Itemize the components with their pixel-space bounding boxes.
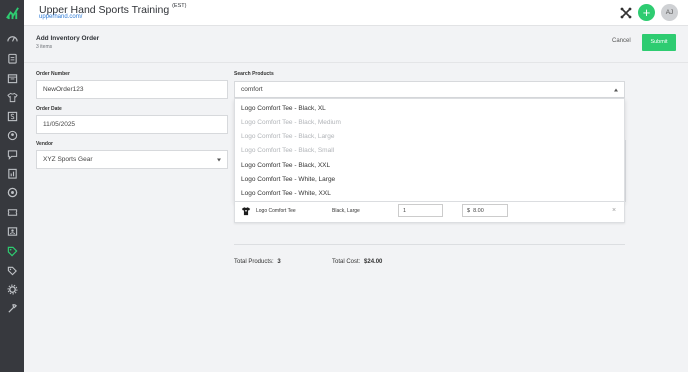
dropdown-option[interactable]: Logo Comfort Tee - White, Large [241,176,335,183]
total-cost-label: Total Cost: [332,259,361,265]
calendar-icon[interactable] [6,72,18,84]
total-products-label: Total Products: [234,259,274,265]
cost-value: 8.00 [473,207,484,214]
totals-divider [234,244,625,245]
total-cost-value: $24.00 [364,259,383,265]
quick-add-button[interactable]: + [638,4,655,21]
chat-icon[interactable] [6,148,18,160]
line-item-name: Logo Comfort Tee [256,208,296,214]
order-number-value: NewOrder123 [43,86,84,93]
vendor-label: Vendor [36,141,53,147]
quantity-input[interactable]: 1 [398,204,443,217]
chevron-up-icon [614,88,618,91]
submit-button[interactable]: Submit [642,34,676,51]
product-search-dropdown: Logo Comfort Tee - Black, XL Logo Comfor… [234,98,625,202]
timezone-label: (EST) [172,3,187,9]
line-item-variant: Black, Large [332,208,360,214]
currency-symbol: $ [467,207,471,214]
dropdown-option[interactable]: Logo Comfort Tee - Black, XXL [241,162,330,169]
dollar-icon[interactable] [6,110,18,122]
total-cost: Total Cost: $24.00 [332,259,382,265]
top-header: Upper Hand Sports Training (EST) upperha… [24,0,688,26]
total-products: Total Products: 3 [234,259,281,265]
header-divider [24,62,688,63]
chevron-down-icon [217,158,221,161]
item-count: 3 items [36,44,53,50]
clipboard-icon[interactable] [6,52,18,64]
order-date-value: 11/05/2025 [43,121,76,128]
remove-line-item-icon[interactable]: × [612,207,616,214]
shirt-icon[interactable] [6,91,18,103]
tshirt-thumbnail-icon [241,207,251,216]
order-number-label: Order Number [36,71,70,77]
user-avatar[interactable]: AJ [661,4,678,21]
dropdown-option[interactable]: Logo Comfort Tee - White, XXL [241,190,331,197]
settings-icon[interactable] [6,283,18,295]
total-products-value: 3 [277,259,281,265]
tools-icon[interactable] [6,302,18,314]
dropdown-option[interactable]: Logo Comfort Tee - Black, XL [241,105,326,112]
camera-icon[interactable] [6,186,18,198]
product-search-input[interactable]: comfort [234,81,625,98]
vendor-value: XYZ Sports Gear [43,156,93,163]
page-title: Add Inventory Order [36,35,100,42]
tags-icon[interactable] [6,264,18,276]
contact-card-icon[interactable] [6,225,18,237]
order-number-input[interactable]: NewOrder123 [36,80,228,99]
upper-hand-logo-icon[interactable] [5,5,20,20]
product-search-value: comfort [241,86,263,93]
team-icon[interactable] [6,129,18,141]
tools-cross-icon[interactable] [620,7,632,19]
cancel-button[interactable]: Cancel [612,38,631,44]
report-icon[interactable] [6,167,18,179]
ticket-icon[interactable] [6,206,18,218]
tag-icon[interactable] [6,245,18,257]
business-url-link[interactable]: upperhand.com/ [39,14,82,20]
order-date-label: Order Date [36,106,62,112]
vendor-select[interactable]: XYZ Sports Gear [36,150,228,169]
dashboard-icon[interactable] [6,33,18,45]
dropdown-option-disabled: Logo Comfort Tee - Black, Large [241,133,335,140]
cost-input[interactable]: $ 8.00 [462,204,508,217]
search-products-label: Search Products [234,71,274,77]
order-date-input[interactable]: 11/05/2025 [36,115,228,134]
quantity-value: 1 [403,207,407,214]
dropdown-option-disabled: Logo Comfort Tee - Black, Medium [241,119,341,126]
dropdown-option-disabled: Logo Comfort Tee - Black, Small [241,147,335,154]
sidebar [0,0,24,372]
